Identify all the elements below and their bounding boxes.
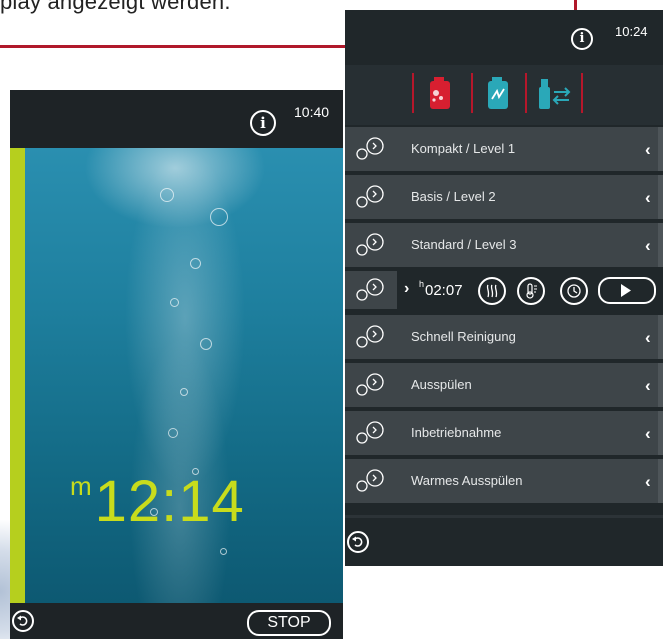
remaining-time-unit: m: [70, 471, 93, 501]
row-edge: [658, 175, 663, 219]
bubbles-program-icon: [355, 232, 387, 263]
chevron-left-icon: ‹: [645, 424, 651, 443]
chevron-left-icon: ‹: [645, 472, 651, 491]
bottom-bar: [345, 518, 663, 566]
active-program-row[interactable]: › h 02:07: [345, 271, 663, 309]
document-divider-line: [0, 45, 345, 48]
bubble: [210, 208, 228, 226]
program-label: Warmes Ausspülen: [411, 473, 523, 488]
program-row[interactable]: Kompakt / Level 1 ‹: [345, 127, 663, 171]
bubble: [168, 428, 178, 438]
chevron-left-icon: ‹: [645, 376, 651, 395]
play-icon: [621, 284, 631, 297]
spray-bottle-transfer-icon[interactable]: [535, 75, 577, 116]
info-icon[interactable]: i: [250, 110, 276, 136]
program-row[interactable]: Ausspülen ‹: [345, 363, 663, 407]
program-label: Schnell Reinigung: [411, 329, 516, 344]
bubbles-program-icon: [355, 468, 387, 499]
category-icon-bar: [345, 65, 663, 125]
row-edge: [658, 411, 663, 455]
chevron-left-icon: ‹: [645, 236, 651, 255]
bottom-bar: STOP: [10, 603, 343, 639]
back-arrow-icon: [17, 615, 28, 626]
row-edge: [658, 363, 663, 407]
separator: [471, 73, 473, 113]
chevron-left-icon: ‹: [645, 188, 651, 207]
bubble: [170, 298, 179, 307]
remaining-time-display: m12:14: [70, 468, 245, 535]
separator: [412, 73, 414, 113]
program-selection-screen: i 10:24 Kompakt / Level 1 ‹ Basis / Leve…: [345, 10, 663, 566]
thermometer-icon[interactable]: [517, 277, 545, 305]
program-label: Ausspülen: [411, 377, 472, 392]
separator: [525, 73, 527, 113]
program-label: Standard / Level 3: [411, 237, 517, 252]
bubbles-program-icon: [355, 324, 387, 355]
running-program-screen: i 10:40 m12:14 STOP: [10, 90, 343, 639]
active-program-iconbox: [345, 271, 397, 309]
bubbles-program-icon: [355, 372, 387, 403]
bubble: [180, 388, 188, 396]
timer-icon[interactable]: [560, 277, 588, 305]
bubbles-program-icon: [355, 277, 387, 308]
program-duration: 02:07: [425, 282, 463, 299]
back-button[interactable]: [347, 531, 369, 553]
dishwasher-rinse-icon[interactable]: [483, 75, 513, 116]
info-icon[interactable]: i: [571, 28, 593, 50]
progress-indicator-bar: [10, 148, 25, 603]
program-row[interactable]: Schnell Reinigung ‹: [345, 315, 663, 359]
remaining-time-value: 12:14: [94, 469, 245, 534]
back-button[interactable]: [12, 610, 34, 632]
program-label: Kompakt / Level 1: [411, 141, 516, 156]
row-edge: [658, 315, 663, 359]
document-caption-fragment: play angezeigt werden.: [0, 0, 231, 14]
bubble: [160, 188, 174, 202]
start-program-button[interactable]: [598, 277, 656, 304]
steam-icon[interactable]: [478, 277, 506, 305]
duration-unit: h: [419, 279, 425, 289]
clock-time: 10:24: [615, 24, 648, 39]
bubbles-program-icon: [355, 136, 387, 167]
clock-time: 10:40: [294, 104, 330, 120]
program-label: Inbetriebnahme: [411, 425, 502, 440]
program-row[interactable]: Basis / Level 2 ‹: [345, 175, 663, 219]
back-arrow-icon: [352, 536, 363, 547]
chevron-left-icon: ‹: [645, 328, 651, 347]
program-row[interactable]: Warmes Ausspülen ‹: [345, 459, 663, 503]
bubbles-program-icon: [355, 184, 387, 215]
row-edge: [658, 459, 663, 503]
program-row[interactable]: Inbetriebnahme ‹: [345, 411, 663, 455]
status-bar: i 10:40: [10, 90, 343, 148]
bubble: [220, 548, 227, 555]
program-row[interactable]: Standard / Level 3 ‹: [345, 223, 663, 267]
row-edge: [658, 127, 663, 171]
dishwasher-detergent-icon[interactable]: [425, 75, 455, 116]
row-edge: [658, 223, 663, 267]
separator: [581, 73, 583, 113]
bubbles-program-icon: [355, 420, 387, 451]
bubble: [200, 338, 212, 350]
program-label: Basis / Level 2: [411, 189, 496, 204]
stop-button[interactable]: STOP: [247, 610, 331, 636]
chevron-right-icon[interactable]: ›: [404, 280, 409, 298]
status-bar: i 10:24: [345, 10, 663, 65]
chevron-left-icon: ‹: [645, 140, 651, 159]
bubble: [190, 258, 201, 269]
